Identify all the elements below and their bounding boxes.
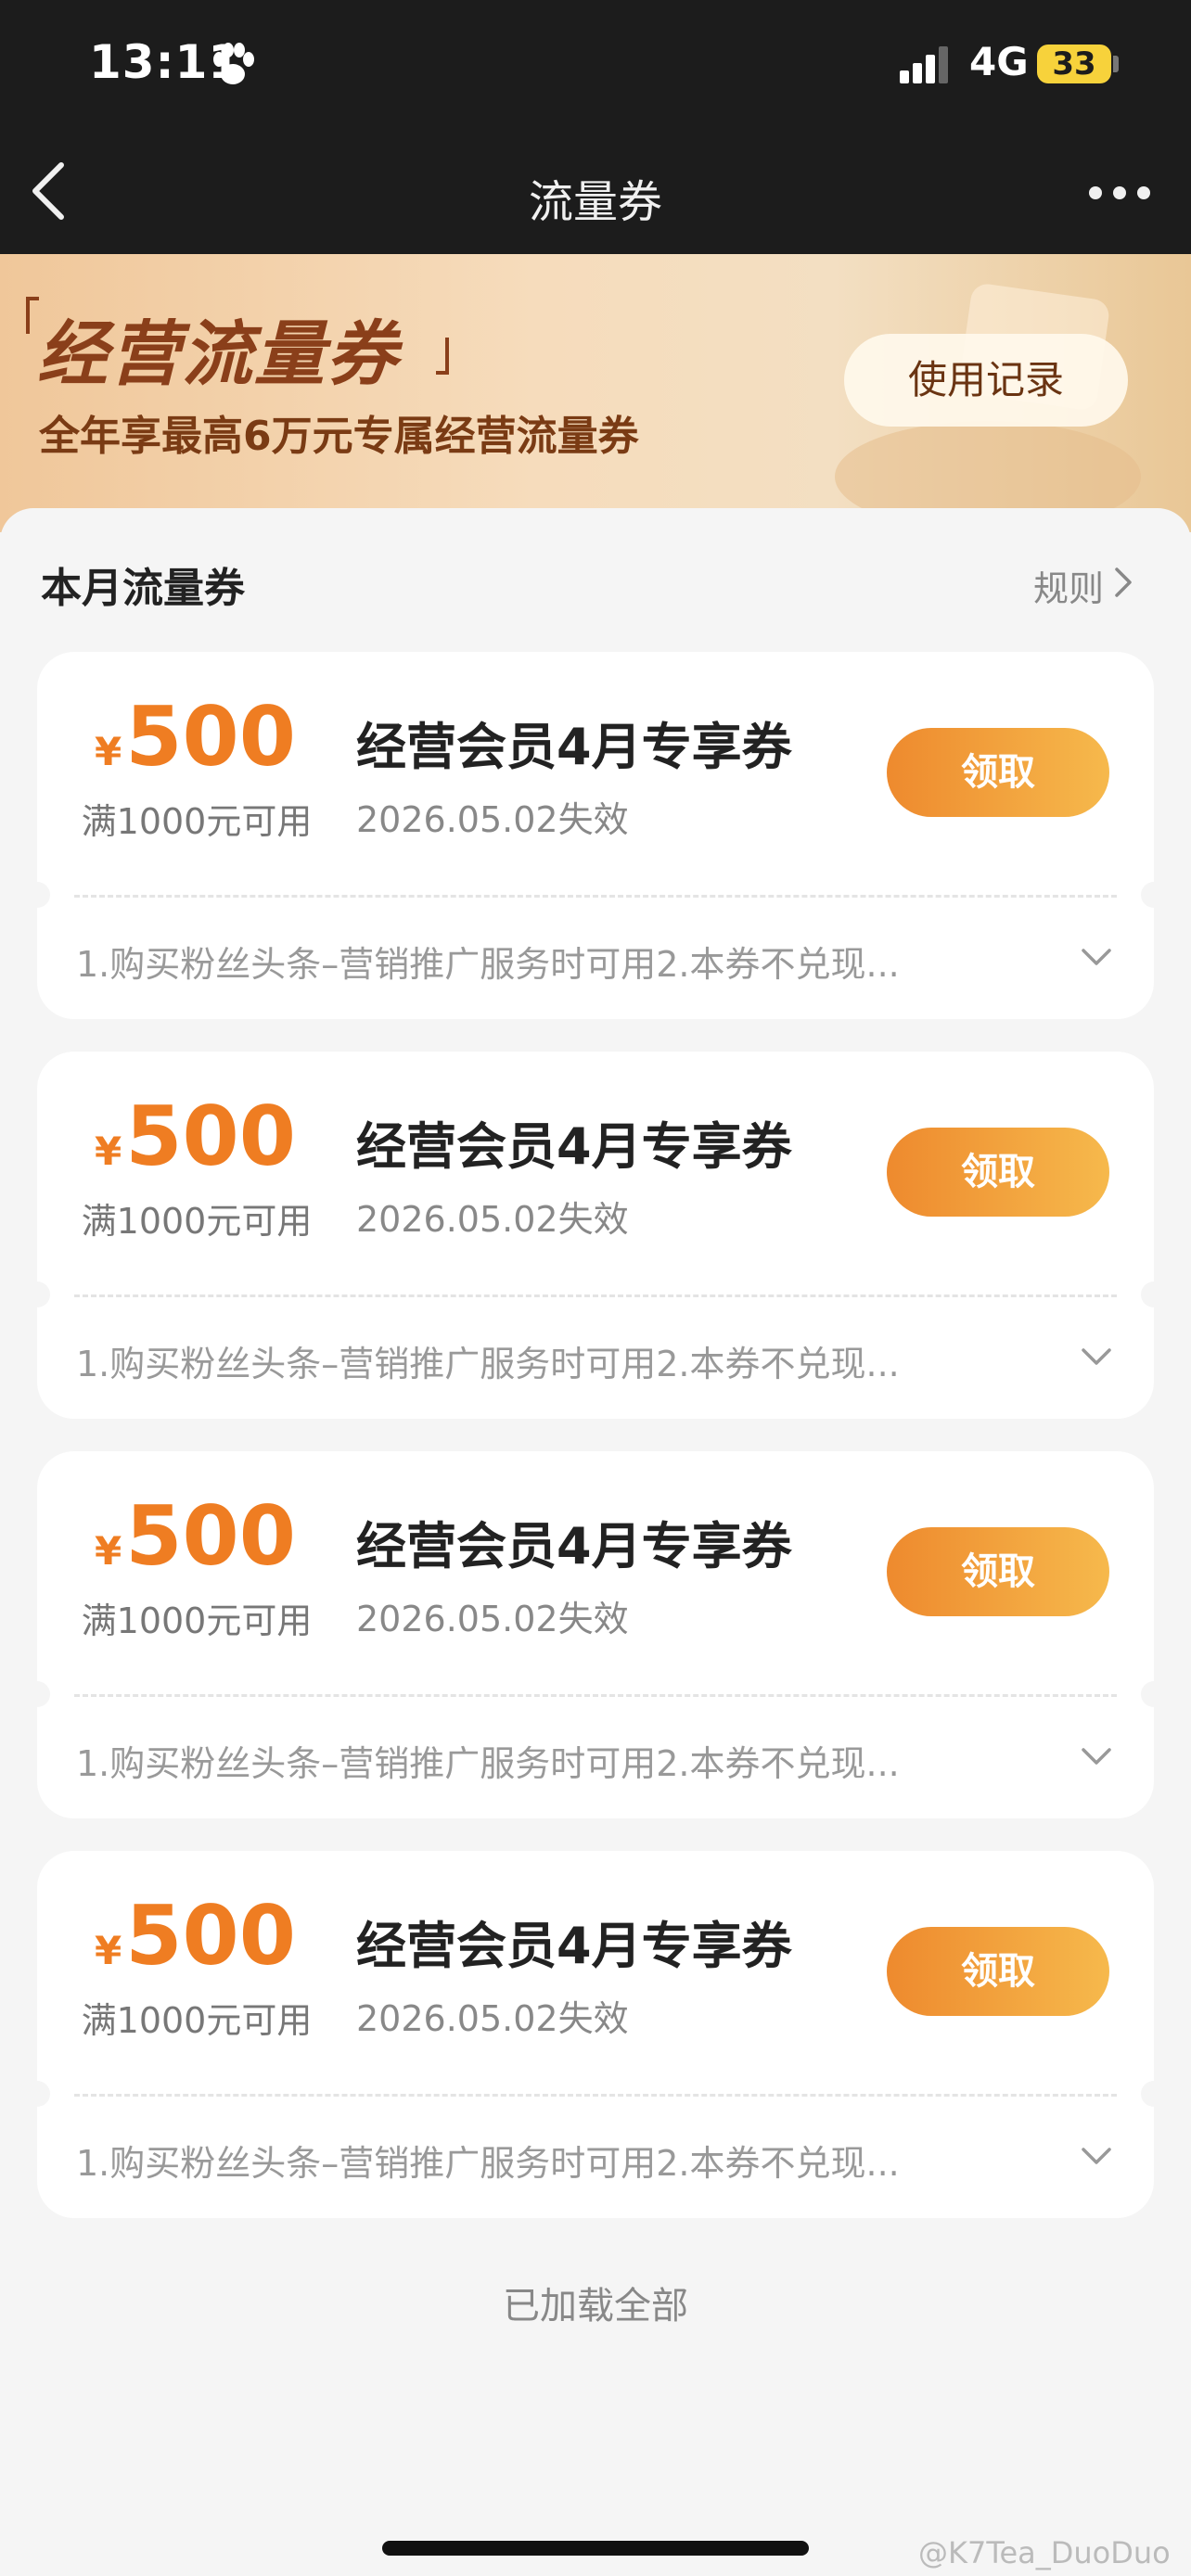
chevron-down-icon[interactable] xyxy=(1080,2146,1113,2168)
coupon-card: ¥500 满1000元可用 经营会员4月专享券 2026.05.02失效 领取 … xyxy=(24,1052,1167,1419)
home-indicator[interactable] xyxy=(382,2541,809,2556)
card-notch xyxy=(1141,1681,1167,1707)
rules-link[interactable]: 规则 xyxy=(1033,560,1104,611)
coupon-card: ¥500 满1000元可用 经营会员4月专享券 2026.05.02失效 领取 … xyxy=(24,652,1167,1019)
card-notch xyxy=(24,1681,50,1707)
coupon-name: 经营会员4月专享券 xyxy=(356,1517,792,1575)
coupon-list-panel: 本月流量券 规则 ¥500 满1000元可用 经营会员4月专享券 2026.05… xyxy=(0,508,1191,2576)
coupon-price: ¥500 xyxy=(95,1888,296,1983)
coupon-price: ¥500 xyxy=(95,1089,296,1184)
loaded-all-text: 已加载全部 xyxy=(503,2285,688,2327)
coupon-expiry: 2026.05.02失效 xyxy=(356,1998,629,2039)
card-notch xyxy=(1141,1282,1167,1307)
coupon-amount: 500 xyxy=(125,1488,296,1584)
promo-banner: 经营流量券 全年享最高6万元专属经营流量券 使用记录 xyxy=(0,254,1191,532)
usage-record-button[interactable]: 使用记录 xyxy=(844,334,1128,427)
currency-symbol: ¥ xyxy=(95,1129,122,1174)
coupon-condition: 满1000元可用 xyxy=(81,1201,313,1242)
battery-icon: 33 xyxy=(1037,45,1111,83)
claim-button[interactable]: 领取 xyxy=(887,1527,1109,1616)
coupon-card: ¥500 满1000元可用 经营会员4月专享券 2026.05.02失效 领取 … xyxy=(24,1851,1167,2218)
coupon-expiry: 2026.05.02失效 xyxy=(356,799,629,840)
card-divider xyxy=(74,1694,1117,1697)
currency-symbol: ¥ xyxy=(95,729,122,774)
currency-symbol: ¥ xyxy=(95,1928,122,1973)
card-divider xyxy=(74,895,1117,898)
coupon-card: ¥500 满1000元可用 经营会员4月专享券 2026.05.02失效 领取 … xyxy=(24,1451,1167,1818)
coupon-description: 1.购买粉丝头条–营销推广服务时可用2.本券不兑现... xyxy=(76,1743,900,1784)
watermark: @K7Tea_DuoDuo xyxy=(918,2535,1171,2570)
more-icon[interactable] xyxy=(1087,182,1152,204)
coupon-condition: 满1000元可用 xyxy=(81,1600,313,1641)
coupon-description: 1.购买粉丝头条–营销推广服务时可用2.本券不兑现... xyxy=(76,2143,900,2184)
coupon-name: 经营会员4月专享券 xyxy=(356,1917,792,1975)
signal-icon xyxy=(900,46,948,83)
claim-button[interactable]: 领取 xyxy=(887,1927,1109,2016)
card-notch xyxy=(1141,2081,1167,2107)
coupon-name: 经营会员4月专享券 xyxy=(356,718,792,776)
coupon-expiry: 2026.05.02失效 xyxy=(356,1199,629,1240)
coupon-description: 1.购买粉丝头条–营销推广服务时可用2.本券不兑现... xyxy=(76,944,900,985)
banner-title: 经营流量券 xyxy=(37,312,399,395)
coupon-amount: 500 xyxy=(125,1888,296,1983)
coupon-condition: 满1000元可用 xyxy=(81,2000,313,2041)
card-divider xyxy=(74,1294,1117,1297)
page-title: 流量券 xyxy=(528,176,662,228)
coupon-expiry: 2026.05.02失效 xyxy=(356,1599,629,1639)
chevron-right-icon[interactable] xyxy=(1113,566,1133,599)
bracket-decoration xyxy=(436,338,449,375)
coupon-name: 经营会员4月专享券 xyxy=(356,1117,792,1176)
chevron-down-icon[interactable] xyxy=(1080,1346,1113,1369)
claim-button[interactable]: 领取 xyxy=(887,728,1109,817)
card-notch xyxy=(1141,882,1167,908)
coupon-amount: 500 xyxy=(125,1089,296,1184)
coupon-description: 1.购买粉丝头条–营销推广服务时可用2.本券不兑现... xyxy=(76,1344,900,1384)
card-notch xyxy=(24,1282,50,1307)
card-notch xyxy=(24,2081,50,2107)
network-type: 4G xyxy=(969,39,1029,84)
currency-symbol: ¥ xyxy=(95,1528,122,1574)
battery-tip xyxy=(1113,56,1119,72)
card-notch xyxy=(24,882,50,908)
paw-icon xyxy=(213,43,254,84)
chevron-down-icon[interactable] xyxy=(1080,947,1113,969)
coupon-condition: 满1000元可用 xyxy=(81,801,313,842)
coupon-price: ¥500 xyxy=(95,1488,296,1584)
section-title: 本月流量券 xyxy=(41,565,245,612)
top-bar: 13:11 4G 33 流量券 xyxy=(0,0,1191,254)
coupon-amount: 500 xyxy=(125,689,296,784)
card-divider xyxy=(74,2094,1117,2097)
coupon-price: ¥500 xyxy=(95,689,296,784)
chevron-down-icon[interactable] xyxy=(1080,1746,1113,1768)
claim-button[interactable]: 领取 xyxy=(887,1128,1109,1217)
banner-subtitle: 全年享最高6万元专属经营流量券 xyxy=(39,413,639,460)
